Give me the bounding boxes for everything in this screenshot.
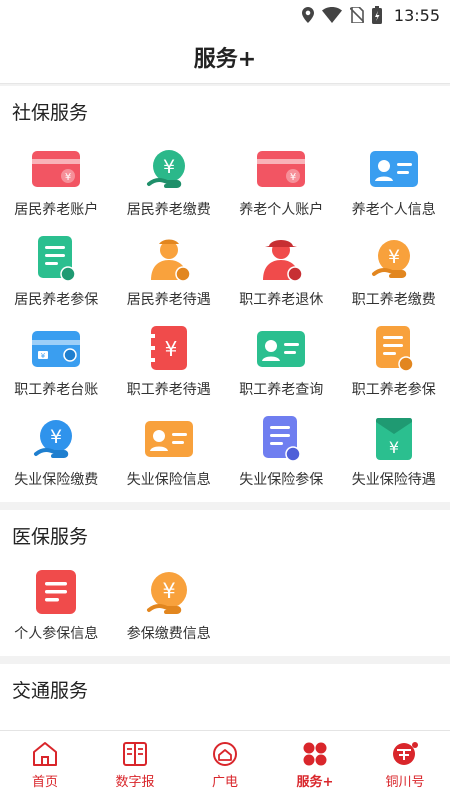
ledger-card-icon: ¥ <box>31 324 81 374</box>
service-label: 居民养老缴费 <box>126 202 211 218</box>
svg-text:¥: ¥ <box>389 438 399 457</box>
section-title: 社保服务 <box>12 101 89 124</box>
service-label: 职工养老缴费 <box>351 292 436 308</box>
svg-text:¥: ¥ <box>65 172 71 183</box>
list-document-icon <box>31 568 81 618</box>
section-social-insurance: 社保服务 ¥ 居民养老账户 ¥ 居民养老缴费 ¥ 养老个人账户 养老个人信息 居… <box>0 86 450 502</box>
document-icon <box>31 234 81 284</box>
service-label: 职工养老待遇 <box>126 382 211 398</box>
location-icon <box>301 7 314 23</box>
service-item[interactable]: 失业保险参保 <box>225 406 338 496</box>
svg-text:¥: ¥ <box>290 172 296 183</box>
service-item[interactable]: 职工养老查询 <box>225 316 338 406</box>
id-card-icon <box>144 414 194 464</box>
service-item[interactable]: 养老个人信息 <box>338 136 450 226</box>
section-title: 交通服务 <box>12 679 89 702</box>
no-sim-icon <box>349 7 364 23</box>
yen-hand-icon: ¥ <box>144 568 194 618</box>
section-transport: 交通服务 <box>0 664 450 730</box>
card-icon: ¥ <box>256 144 306 194</box>
document-icon <box>369 324 419 374</box>
tab-label: 铜川号 <box>385 775 425 790</box>
services-grid-icon <box>303 742 327 766</box>
status-bar: 13:55 <box>0 0 450 30</box>
service-label: 居民养老待遇 <box>126 292 211 308</box>
service-label: 失业保险信息 <box>126 472 211 488</box>
status-time: 13:55 <box>393 5 440 25</box>
svg-text:¥: ¥ <box>163 156 175 178</box>
home-icon <box>33 742 57 766</box>
service-item[interactable]: 失业保险信息 <box>113 406 226 496</box>
service-label: 参保缴费信息 <box>126 626 211 642</box>
service-item[interactable]: ¥ 职工养老待遇 <box>113 316 226 406</box>
service-item[interactable]: ¥ 职工养老缴费 <box>338 226 450 316</box>
service-item[interactable]: 职工养老参保 <box>338 316 450 406</box>
svg-text:¥: ¥ <box>50 426 62 448</box>
service-item[interactable]: ¥ 职工养老台账 <box>0 316 113 406</box>
card-icon: ¥ <box>31 144 81 194</box>
service-label: 居民养老参保 <box>14 292 99 308</box>
section-medical-insurance: 医保服务 个人参保信息 ¥ 参保缴费信息 <box>0 510 450 656</box>
service-label: 职工养老查询 <box>239 382 324 398</box>
service-label: 失业保险参保 <box>239 472 324 488</box>
yen-hand-icon: ¥ <box>369 234 419 284</box>
yen-hand-icon: ¥ <box>31 414 81 464</box>
service-item[interactable]: ¥ 失业保险待遇 <box>338 406 450 496</box>
section-title: 医保服务 <box>12 525 89 548</box>
service-item[interactable]: ¥ 居民养老账户 <box>0 136 113 226</box>
service-label: 职工养老退休 <box>239 292 324 308</box>
service-item[interactable]: ¥ 失业保险缴费 <box>0 406 113 496</box>
page-title: 服务+ <box>193 46 257 72</box>
elder-person-icon <box>144 234 194 284</box>
tongchuan-icon <box>393 742 418 765</box>
service-label: 失业保险待遇 <box>351 472 436 488</box>
battery-icon <box>371 6 382 24</box>
service-label: 个人参保信息 <box>14 626 99 642</box>
service-grid: ¥ 居民养老账户 ¥ 居民养老缴费 ¥ 养老个人账户 养老个人信息 居民养老参保… <box>0 136 450 502</box>
service-label: 养老个人账户 <box>239 202 324 218</box>
yen-book-icon: ¥ <box>144 324 194 374</box>
id-card-icon <box>256 324 306 374</box>
broadcast-icon <box>213 742 237 766</box>
tab-broadcast[interactable]: 广电 <box>180 731 270 800</box>
tab-tongchuan[interactable]: 铜川号 <box>360 731 450 800</box>
service-item[interactable]: ¥ 养老个人账户 <box>225 136 338 226</box>
svg-text:¥: ¥ <box>164 337 177 361</box>
retired-person-icon <box>256 234 306 284</box>
services-content[interactable]: 社保服务 ¥ 居民养老账户 ¥ 居民养老缴费 ¥ 养老个人账户 养老个人信息 居… <box>0 86 450 730</box>
tab-services[interactable]: 服务+ <box>270 731 360 800</box>
service-item[interactable]: 职工养老退休 <box>225 226 338 316</box>
service-label: 职工养老台账 <box>14 382 99 398</box>
app-header: 服务+ <box>0 30 450 84</box>
service-item[interactable]: ¥ 参保缴费信息 <box>113 560 226 650</box>
yen-hand-icon: ¥ <box>144 144 194 194</box>
document-icon <box>256 414 306 464</box>
yen-envelope-icon: ¥ <box>369 414 419 464</box>
tab-label: 数字报 <box>115 775 155 790</box>
service-item[interactable]: 居民养老参保 <box>0 226 113 316</box>
bottom-tab-bar: 首页 数字报 广电 服务+ 铜川号 <box>0 730 450 800</box>
service-item[interactable]: 个人参保信息 <box>0 560 113 650</box>
id-card-icon <box>369 144 419 194</box>
svg-text:¥: ¥ <box>162 579 175 603</box>
tab-label: 广电 <box>211 775 238 790</box>
service-item[interactable]: ¥ 居民养老缴费 <box>113 136 226 226</box>
tab-newspaper[interactable]: 数字报 <box>90 731 180 800</box>
service-label: 失业保险缴费 <box>14 472 99 488</box>
newspaper-icon <box>123 742 147 766</box>
tab-home[interactable]: 首页 <box>0 731 90 800</box>
tab-label: 首页 <box>31 775 58 790</box>
svg-text:¥: ¥ <box>388 246 400 268</box>
service-label: 养老个人信息 <box>351 202 436 218</box>
service-grid: 个人参保信息 ¥ 参保缴费信息 <box>0 560 450 656</box>
svg-text:¥: ¥ <box>41 352 46 360</box>
wifi-icon <box>321 7 342 23</box>
service-item[interactable]: 居民养老待遇 <box>113 226 226 316</box>
service-label: 居民养老账户 <box>14 202 99 218</box>
service-label: 职工养老参保 <box>351 382 436 398</box>
tab-label: 服务+ <box>296 775 334 790</box>
